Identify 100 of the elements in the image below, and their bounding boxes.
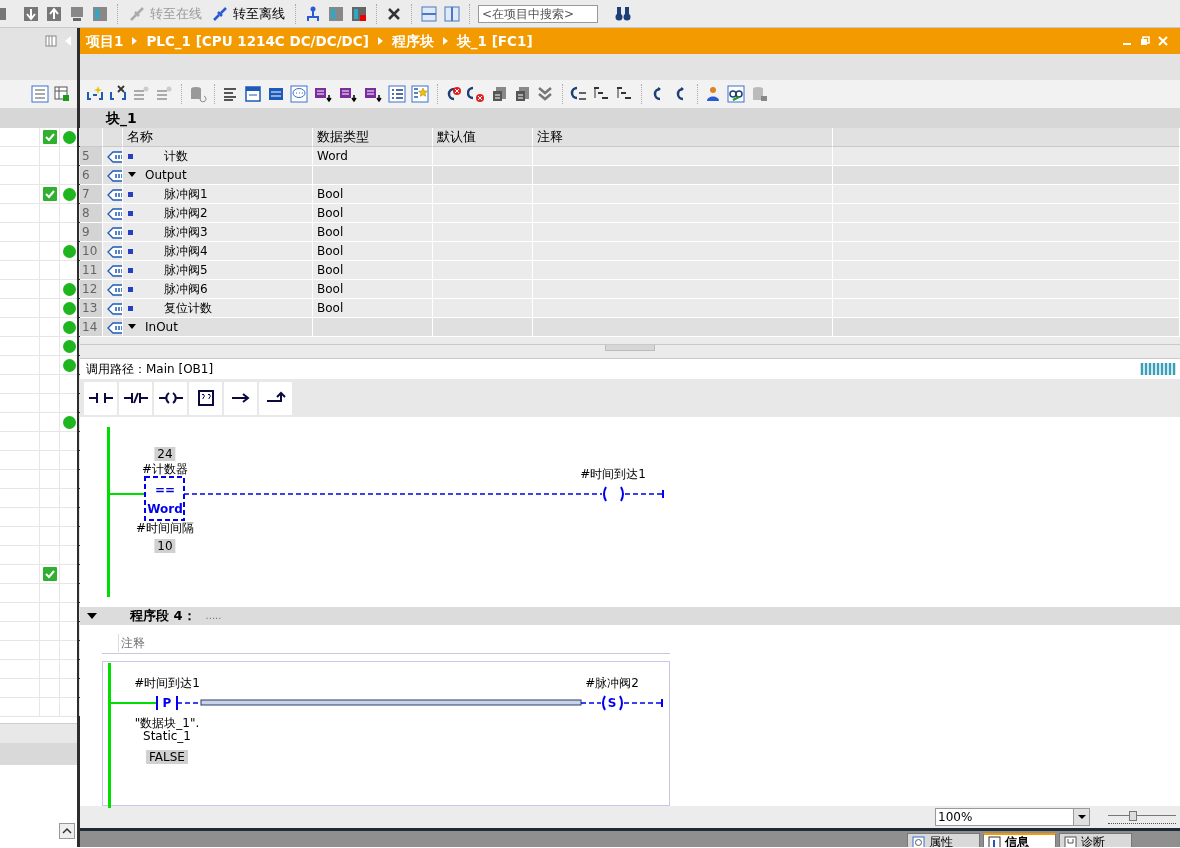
status-dot-icon: [63, 244, 76, 258]
tree-row[interactable]: [0, 280, 77, 299]
tag-arrow-icon[interactable]: [313, 85, 335, 103]
row-number: 9: [80, 223, 103, 242]
tree-row[interactable]: [0, 128, 77, 147]
zoom-slider[interactable]: [1108, 810, 1176, 824]
rung-line: [623, 698, 663, 709]
table-cell: Word: [313, 147, 433, 166]
operand: #时间到达1: [134, 676, 200, 691]
tree-row[interactable]: [0, 356, 77, 375]
tag-arrow-icon[interactable]: [363, 85, 385, 103]
empty-box-button[interactable]: [189, 381, 222, 415]
tree-row[interactable]: [0, 318, 77, 337]
window-icon[interactable]: [244, 85, 264, 103]
status-dot-icon: [63, 130, 76, 144]
list-icon[interactable]: [388, 85, 408, 103]
zoom-dropdown[interactable]: 100%: [935, 808, 1090, 826]
panel-icon[interactable]: [350, 4, 368, 23]
star-list-icon[interactable]: [411, 85, 431, 103]
variable-name: 复位计数: [164, 300, 212, 317]
checkbox-checked-icon: [42, 187, 57, 201]
split-vertical-icon[interactable]: [443, 4, 461, 23]
search-field[interactable]: <在项目中搜索>: [478, 4, 598, 23]
tree-row[interactable]: [0, 242, 77, 261]
column-header[interactable]: 名称: [123, 128, 313, 147]
bracket-star-icon[interactable]: [86, 85, 106, 103]
bar-pattern-icon[interactable]: [1140, 361, 1178, 377]
splitter-handle[interactable]: [605, 345, 655, 351]
tree-row[interactable]: [0, 299, 77, 318]
scroll-up-icon[interactable]: [59, 823, 75, 839]
status-dot-icon: [63, 187, 76, 201]
tab-icon: [1064, 835, 1077, 847]
monitor-icon[interactable]: [68, 4, 86, 23]
columns-icon[interactable]: [45, 34, 57, 48]
caret-icon[interactable]: [86, 610, 98, 621]
variable-name: 脉冲阀3: [164, 224, 208, 241]
table-cell: Bool: [313, 280, 433, 299]
operand: #时间到达1: [580, 467, 646, 481]
contact-icon: [122, 390, 149, 406]
arrow-cross-icon[interactable]: [467, 85, 487, 103]
compare-box[interactable]: [144, 476, 185, 521]
cylinder-icon[interactable]: [188, 85, 208, 103]
binoculars-icon[interactable]: [614, 4, 632, 23]
contact-letter: P: [162, 696, 172, 711]
operand: #脉冲阀2: [585, 676, 639, 691]
panel-tab[interactable]: 诊断: [1059, 833, 1132, 847]
normally-open-contact-button[interactable]: [84, 381, 117, 415]
coil[interactable]: [603, 486, 624, 502]
close-branch-button[interactable]: [259, 381, 292, 415]
tag-arrow-icon[interactable]: [338, 85, 360, 103]
status-dot-icon: [63, 339, 76, 353]
open-branch-button[interactable]: [224, 381, 257, 415]
column-header[interactable]: 注释: [533, 128, 833, 147]
arrow-lines-icon[interactable]: [569, 85, 589, 103]
status-dot-icon: [63, 320, 76, 334]
row-number: 6: [80, 166, 103, 185]
network-icon[interactable]: [304, 4, 322, 23]
list-view-icon[interactable]: [31, 85, 49, 103]
block-title: 块_1: [80, 108, 1180, 128]
coil[interactable]: [602, 695, 623, 712]
go-offline-button[interactable]: 转至离线: [209, 3, 287, 24]
column-header[interactable]: 数据类型: [313, 128, 433, 147]
bracket-cross-icon[interactable]: [109, 85, 129, 103]
tree-row[interactable]: [0, 337, 77, 356]
rung-line: [108, 493, 146, 495]
tree-row[interactable]: [0, 565, 77, 584]
panel-icon[interactable]: [327, 4, 345, 23]
edge-contact[interactable]: [156, 695, 178, 712]
restore-icon[interactable]: [1140, 36, 1150, 46]
section-name: Output: [145, 167, 187, 184]
comment-field[interactable]: 注释: [118, 634, 318, 653]
split-horizontal-icon[interactable]: [420, 4, 438, 23]
panel-tab[interactable]: 信息: [983, 833, 1056, 847]
upload-icon[interactable]: [45, 4, 63, 23]
status-dot-icon: [63, 415, 76, 429]
table-icon[interactable]: [53, 85, 71, 103]
panel-tab[interactable]: 属性: [907, 833, 980, 847]
download-icon[interactable]: [22, 4, 40, 23]
variable-name: 脉冲阀1: [164, 186, 208, 203]
row-number: 13: [80, 299, 103, 318]
column-header[interactable]: 默认值: [433, 128, 533, 147]
table-cell: Bool: [313, 242, 433, 261]
operand: #计数器: [141, 462, 189, 476]
tree-row[interactable]: [0, 185, 77, 204]
dropdown-arrow-icon: [1076, 813, 1087, 821]
arrow-up-icon: [265, 391, 286, 405]
status-dot-icon: [63, 301, 76, 315]
slider-thumb[interactable]: [1129, 811, 1138, 821]
speech-bubble-icon[interactable]: [290, 85, 310, 103]
chevron-icon: [131, 36, 139, 46]
operand: "数据块_1".: [134, 716, 200, 731]
contact-icon: [87, 390, 114, 406]
coil-button[interactable]: [154, 381, 187, 415]
normally-closed-contact-button[interactable]: [119, 381, 152, 415]
status-dot-icon: [63, 358, 76, 372]
row-number: 8: [80, 204, 103, 223]
value-display: 24: [154, 447, 176, 461]
tree-row[interactable]: [0, 413, 77, 432]
panel-icon[interactable]: [91, 4, 109, 23]
glasses-icon[interactable]: [727, 85, 747, 103]
